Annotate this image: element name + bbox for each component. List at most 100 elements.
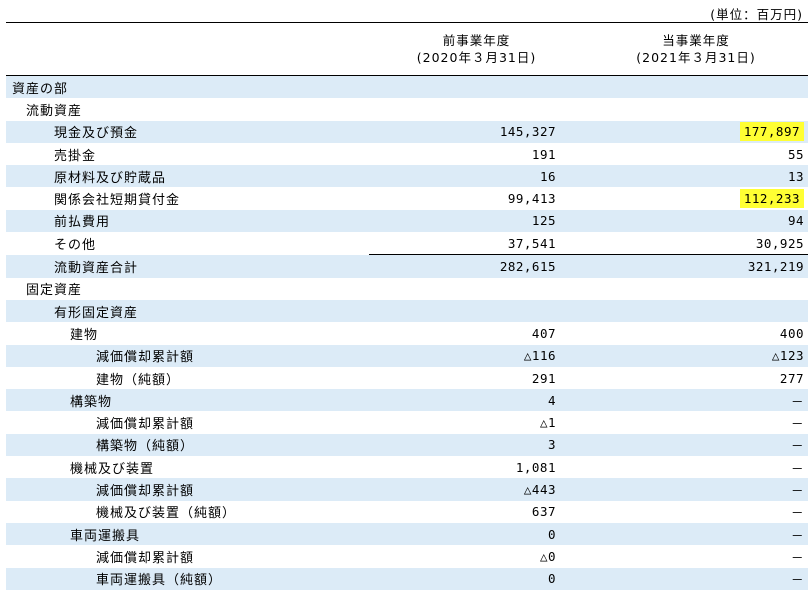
row-label: 流動資産 — [6, 98, 369, 121]
table-row: 売掛金 191 55 — [6, 142, 808, 166]
table-row: 建物 407 400 — [6, 322, 808, 345]
curr-period-value — [584, 277, 808, 300]
row-label: 減価償却累計額 — [6, 478, 369, 501]
table-row: 建物（純額） 291 277 — [6, 366, 808, 390]
balance-sheet-table: 前事業年度 (2020年３月31日) 当事業年度 (2021年３月31日) 資産… — [6, 22, 808, 590]
row-label: 構築物（純額） — [6, 433, 369, 457]
table-row: その他 37,541 30,925 — [6, 232, 808, 255]
curr-period-value: － — [584, 433, 808, 457]
curr-period-value — [584, 75, 808, 99]
row-label: 減価償却累計額 — [6, 344, 369, 367]
curr-period-value: － — [584, 389, 808, 412]
curr-period-value: 112,233 — [584, 187, 808, 210]
prev-period-value: △443 — [369, 478, 584, 501]
prev-period-value: 0 — [369, 567, 584, 590]
prev-period-value: 0 — [369, 522, 584, 546]
row-label: 流動資産合計 — [6, 254, 369, 278]
prev-period-value: 407 — [369, 322, 584, 345]
table-row: 関係会社短期貸付金 99,413 112,233 — [6, 187, 808, 210]
curr-period-value: 177,897 — [584, 120, 808, 143]
header-curr-period: 当事業年度 (2021年３月31日) — [584, 22, 808, 76]
row-label: 関係会社短期貸付金 — [6, 187, 369, 210]
prev-period-value: 1,081 — [369, 456, 584, 479]
prev-period-value: 637 — [369, 500, 584, 523]
curr-period-value: 94 — [584, 209, 808, 233]
table-row: 流動資産合計 282,615 321,219 — [6, 254, 808, 278]
header-prev-period: 前事業年度 (2020年３月31日) — [369, 22, 584, 76]
table-row: 前払費用 125 94 — [6, 209, 808, 233]
row-label: 減価償却累計額 — [6, 411, 369, 434]
prev-period-value: 3 — [369, 433, 584, 457]
row-label: 構築物 — [6, 389, 369, 412]
row-label: 原材料及び貯蔵品 — [6, 165, 369, 188]
table-row: 構築物 4 － — [6, 389, 808, 412]
curr-period-value: － — [584, 522, 808, 546]
prev-period-value: △116 — [369, 344, 584, 367]
curr-period-value: 277 — [584, 366, 808, 390]
highlighted-value: 177,897 — [739, 122, 804, 142]
curr-period-value: 30,925 — [584, 232, 808, 255]
table-row: 車両運搬具（純額） 0 － — [6, 567, 808, 590]
table-row: 資産の部 — [6, 75, 808, 99]
curr-period-value: － — [584, 456, 808, 479]
curr-period-value: － — [584, 500, 808, 523]
prev-period-value: 99,413 — [369, 187, 584, 210]
prev-period-value: 4 — [369, 389, 584, 412]
prev-period-value — [369, 277, 584, 300]
curr-period-value: 400 — [584, 322, 808, 345]
row-label: 機械及び装置 — [6, 456, 369, 479]
row-label: 売掛金 — [6, 142, 369, 166]
row-label: 資産の部 — [6, 75, 369, 99]
table-row: 流動資産 — [6, 98, 808, 121]
row-label: 固定資産 — [6, 277, 369, 300]
curr-period-value: 321,219 — [584, 254, 808, 278]
curr-period-value: 13 — [584, 165, 808, 188]
curr-period-value: － — [584, 545, 808, 568]
row-label: 有形固定資産 — [6, 299, 369, 323]
prev-period-value: 291 — [369, 366, 584, 390]
table-row: 車両運搬具 0 － — [6, 522, 808, 546]
table-row: 有形固定資産 — [6, 299, 808, 323]
row-label: 前払費用 — [6, 209, 369, 233]
prev-period-value — [369, 75, 584, 99]
prev-period-title: 前事業年度 — [442, 33, 511, 48]
table-body: 資産の部 流動資産 現金及び預金 145,327 177,897 売掛金 191 55 原材料及… — [6, 75, 808, 590]
curr-period-value: － — [584, 567, 808, 590]
curr-period-title: 当事業年度 — [662, 33, 730, 48]
curr-period-value — [584, 98, 808, 121]
highlighted-value: 112,233 — [739, 189, 804, 209]
table-row: 機械及び装置 1,081 － — [6, 456, 808, 479]
prev-period-value: 16 — [369, 165, 584, 188]
table-row: 減価償却累計額 △443 － — [6, 478, 808, 501]
table-row: 構築物（純額） 3 － — [6, 433, 808, 457]
row-label: 建物（純額） — [6, 366, 369, 390]
row-label: 車両運搬具（純額） — [6, 567, 369, 590]
row-label: 建物 — [6, 322, 369, 345]
table-row: 減価償却累計額 △0 － — [6, 545, 808, 568]
table-row: 固定資産 — [6, 277, 808, 300]
table-row: 機械及び装置（純額） 637 － — [6, 500, 808, 523]
prev-period-value: 282,615 — [369, 254, 584, 278]
curr-period-value — [584, 299, 808, 323]
prev-period-value: 37,541 — [369, 232, 584, 255]
curr-period-value: 55 — [584, 142, 808, 166]
prev-period-value — [369, 299, 584, 323]
row-label: 車両運搬具 — [6, 522, 369, 546]
curr-period-date: (2021年３月31日) — [636, 50, 756, 65]
row-label: 現金及び預金 — [6, 120, 369, 143]
prev-period-value: 125 — [369, 209, 584, 233]
row-label: 減価償却累計額 — [6, 545, 369, 568]
row-label: 機械及び装置（純額） — [6, 500, 369, 523]
table-header-row: 前事業年度 (2020年３月31日) 当事業年度 (2021年３月31日) — [6, 22, 808, 76]
prev-period-value: △1 — [369, 411, 584, 434]
row-label: その他 — [6, 232, 369, 255]
header-label-cell — [6, 22, 369, 76]
table-row: 現金及び預金 145,327 177,897 — [6, 120, 808, 143]
curr-period-value: △123 — [584, 344, 808, 367]
unit-note: (単位：百万円) — [710, 7, 803, 22]
prev-period-value: 191 — [369, 142, 584, 166]
prev-period-value: 145,327 — [369, 120, 584, 143]
curr-period-value: － — [584, 411, 808, 434]
table-row: 原材料及び貯蔵品 16 13 — [6, 165, 808, 188]
table-row: 減価償却累計額 △1 － — [6, 411, 808, 434]
